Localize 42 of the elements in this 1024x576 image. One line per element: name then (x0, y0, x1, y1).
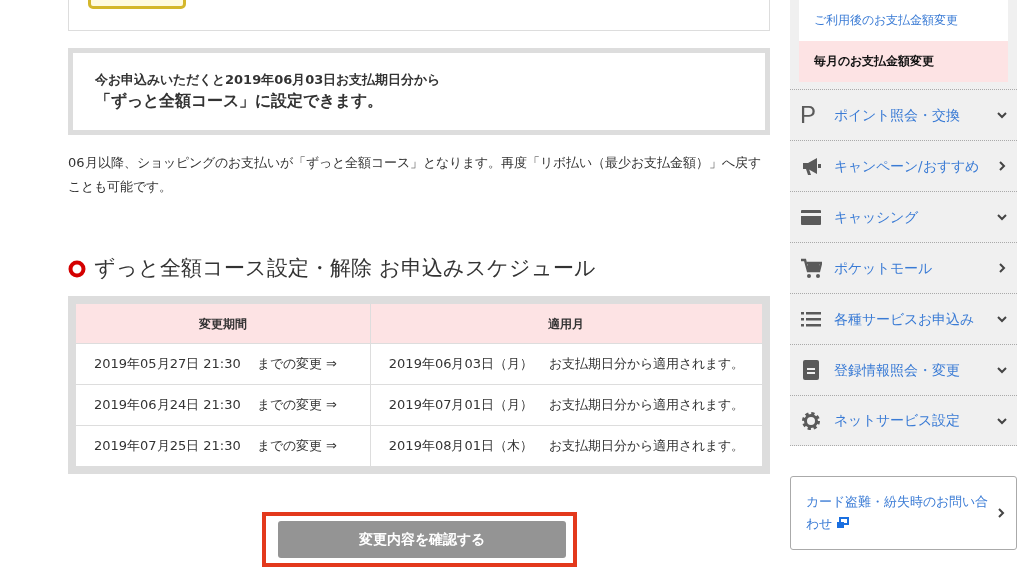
deadline-note: までの変更 ⇒ (256, 397, 337, 413)
menu-item[interactable]: キャッシング (790, 191, 1017, 242)
month-text: 2019年08月01日（木） (388, 438, 533, 454)
chevron-down-icon (997, 415, 1007, 426)
chevron-down-icon (997, 365, 1007, 375)
document-icon (800, 359, 822, 381)
circle-bullet-icon (68, 260, 86, 278)
month-text: 2019年06月03日（月） (388, 356, 533, 372)
chevron-right-icon (996, 508, 1006, 518)
menu-item[interactable]: 各種サービスお申込み (790, 293, 1017, 344)
settings-icon (800, 409, 822, 432)
deadline-note: までの変更 ⇒ (256, 356, 337, 372)
megaphone-icon (800, 155, 822, 177)
month-note: お支払期日分から適用されます。 (549, 438, 744, 454)
chevron-right-icon (997, 161, 1007, 171)
chevron-down-icon (997, 314, 1007, 324)
chevron-right-icon (997, 263, 1007, 273)
cart-icon (800, 257, 822, 279)
point-icon: P (800, 104, 822, 126)
menu-item[interactable]: ネットサービス設定 (790, 395, 1017, 446)
submenu-item[interactable]: ご利用後のお支払金額変更 (799, 0, 1008, 41)
column-header: 適用月 (370, 303, 763, 344)
chevron-down-icon (997, 212, 1007, 222)
month-note: お支払期日分から適用されます。 (549, 356, 744, 372)
deadline-note: までの変更 ⇒ (256, 438, 337, 454)
column-header: 変更期間 (75, 303, 371, 344)
menu-item[interactable]: ポケットモール (790, 242, 1017, 293)
menu-item[interactable]: 登録情報照会・変更 (790, 344, 1017, 395)
external-window-icon (836, 517, 850, 529)
deadline-text: 2019年06月24日 21:30 (94, 397, 241, 413)
contact-link[interactable]: カード盗難・紛失時のお問い合わせ (790, 476, 1017, 550)
notice-heading: 「ずっと全額コース」に設定できます。 (95, 90, 384, 112)
deadline-text: 2019年07月25日 21:30 (94, 438, 241, 454)
deadline-text: 2019年05月27日 21:30 (94, 356, 241, 372)
submenu-item[interactable]: 毎月のお支払金額変更 (799, 41, 1008, 82)
menu-item[interactable]: P ポイント照会・交換 (790, 89, 1017, 140)
section-heading: ずっと全額コース設定・解除 お申込みスケジュール (94, 255, 596, 283)
menu-item[interactable]: キャンペーン/おすすめ (790, 140, 1017, 191)
notice-text: 今お申込みいただくと2019年06月03日お支払期日分から (95, 71, 442, 89)
chevron-down-icon (997, 110, 1007, 120)
month-text: 2019年07月01日（月） (388, 397, 533, 413)
month-note: お支払期日分から適用されます。 (549, 397, 744, 413)
